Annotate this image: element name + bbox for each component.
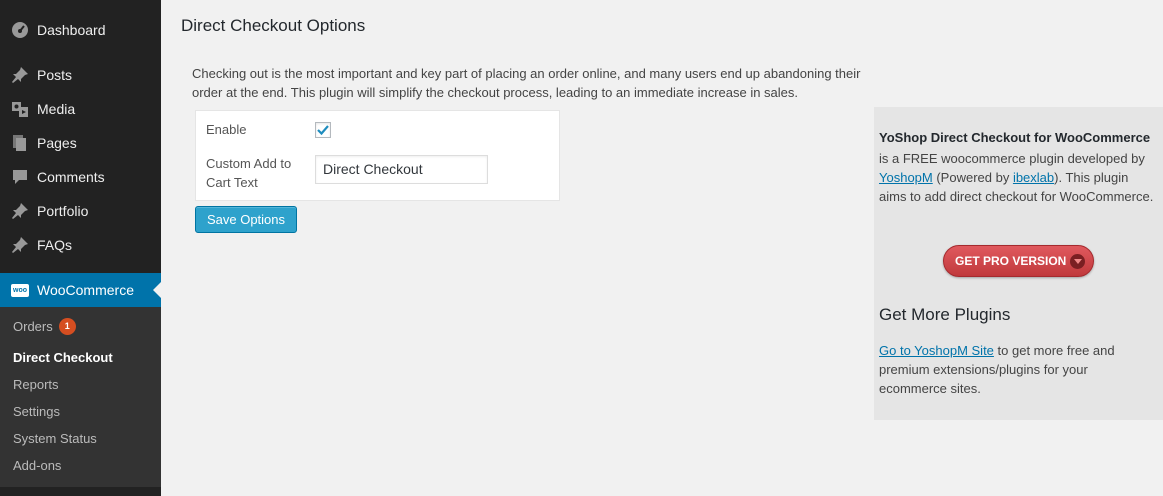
menu-portfolio[interactable]: Portfolio [0,194,161,228]
submenu-label: Add-ons [13,458,62,473]
menu-dashboard[interactable]: Dashboard [0,13,161,47]
yoshopm-link[interactable]: YoshopM [879,170,933,185]
admin-sidebar: Dashboard Posts Media Pages Comments Por… [0,0,161,496]
save-options-button[interactable]: Save Options [195,206,297,233]
menu-label: Comments [37,169,105,185]
menu-pages[interactable]: Pages [0,126,161,160]
options-form: Enable Custom Add to Cart Text Direct Ch… [195,110,560,201]
submenu-direct-checkout[interactable]: Direct Checkout [13,350,113,365]
menu-label: WooCommerce [37,282,134,298]
menu-label: Portfolio [37,203,89,219]
menu-media[interactable]: Media [0,92,161,126]
menu-posts[interactable]: Posts [0,58,161,92]
media-icon [10,99,30,119]
chevron-down-icon [1070,254,1085,269]
submenu-orders[interactable]: Orders 1 [13,318,76,336]
promo-title: YoShop Direct Checkout for WooCommerce [879,130,1151,145]
pages-icon [10,133,30,153]
intro-text: Checking out is the most important and k… [192,66,861,100]
promo-description: is a FREE woocommerce plugin developed b… [879,149,1159,206]
promo-desc-2: (Powered by [932,170,1013,185]
woo-icon: woo [10,280,30,300]
menu-label: Dashboard [37,22,106,38]
pin-icon [10,201,30,221]
pin-icon [10,65,30,85]
pin-icon [10,235,30,255]
enable-checkbox[interactable] [315,122,331,138]
menu-label: Pages [37,135,77,151]
submenu-system-status[interactable]: System Status [13,431,97,446]
yoshopm-site-link[interactable]: Go to YoshopM Site [879,343,994,358]
menu-faqs[interactable]: FAQs [0,228,161,262]
more-plugins-title: Get More Plugins [879,305,1011,324]
orders-count-badge: 1 [58,318,76,336]
enable-label: Enable [206,122,247,137]
comment-icon [10,167,30,187]
menu-label: FAQs [37,237,73,253]
promo-panel: YoShop Direct Checkout for WooCommerce i… [874,107,1163,420]
menu-woocommerce[interactable]: woo WooCommerce [0,273,161,307]
menu-comments[interactable]: Comments [0,160,161,194]
page-title: Direct Checkout Options [181,16,366,35]
get-pro-version-button[interactable]: GET PRO VERSION [943,245,1094,277]
more-plugins-description: Go to YoshopM Site to get more free and … [879,341,1159,398]
woocommerce-submenu: Orders 1 Direct Checkout Reports Settings… [0,307,161,487]
submenu-add-ons[interactable]: Add-ons [13,458,61,473]
submenu-settings[interactable]: Settings [13,404,60,419]
submenu-label: Direct Checkout [13,350,113,365]
promo-desc-1: is a FREE woocommerce plugin developed b… [879,151,1145,166]
cart-text-input[interactable]: Direct Checkout [315,155,488,184]
submenu-label: Settings [13,404,60,419]
submenu-label: Reports [13,377,59,392]
woo-icon-text: woo [11,283,29,297]
dashboard-icon [10,20,30,40]
submenu-reports[interactable]: Reports [13,377,59,392]
ibexlab-link[interactable]: ibexlab [1013,170,1054,185]
submenu-label: System Status [13,431,97,446]
cart-text-label: Custom Add to Cart Text [206,156,292,190]
submenu-label: Orders [13,319,53,334]
pro-button-label: GET PRO VERSION [955,254,1067,268]
checkmark-icon [317,125,329,136]
menu-label: Posts [37,67,73,83]
menu-label: Media [37,101,76,117]
